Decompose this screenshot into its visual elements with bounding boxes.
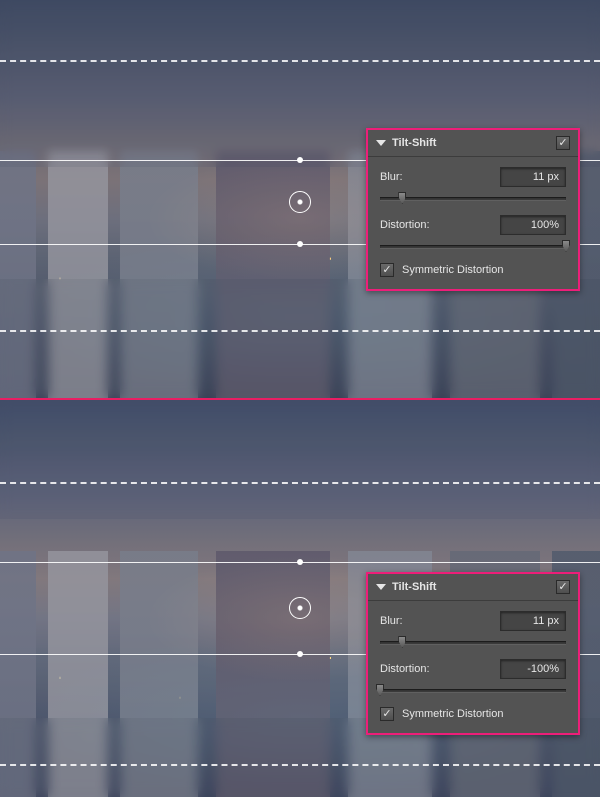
blur-input[interactable] <box>500 611 566 631</box>
symmetric-distortion-checkbox[interactable]: ✓ <box>380 263 394 277</box>
canvas-bottom[interactable]: Tilt-Shift ✓ Blur: Distortion: ✓ Sy <box>0 398 600 797</box>
blur-region-bottom <box>0 279 600 398</box>
slider-track <box>380 641 566 644</box>
slider-track <box>380 689 566 692</box>
symmetric-distortion-label: Symmetric Distortion <box>402 708 503 720</box>
panel-body: Blur: Distortion: ✓ Symmetric Distortion <box>368 601 578 733</box>
slider-thumb[interactable] <box>562 240 570 252</box>
slider-thumb[interactable] <box>398 636 406 648</box>
blur-slider[interactable] <box>380 191 566 205</box>
canvas-top[interactable]: Tilt-Shift ✓ Blur: Distortion: ✓ Sy <box>0 0 600 398</box>
tiltshift-pin-upper[interactable] <box>297 559 303 565</box>
tiltshift-blur-ring[interactable] <box>289 191 311 213</box>
tiltshift-feather-lower[interactable] <box>0 764 600 766</box>
distortion-slider[interactable] <box>380 683 566 697</box>
distortion-label: Distortion: <box>380 219 492 231</box>
blur-label: Blur: <box>380 171 492 183</box>
tiltshift-feather-upper[interactable] <box>0 60 600 62</box>
panel-enable-checkbox[interactable]: ✓ <box>556 580 570 594</box>
chevron-down-icon[interactable] <box>376 140 386 146</box>
slider-track <box>380 245 566 248</box>
blur-input[interactable] <box>500 167 566 187</box>
symmetric-distortion-checkbox[interactable]: ✓ <box>380 707 394 721</box>
blur-label: Blur: <box>380 615 492 627</box>
blur-slider[interactable] <box>380 635 566 649</box>
panel-enable-checkbox[interactable]: ✓ <box>556 136 570 150</box>
symmetric-distortion-label: Symmetric Distortion <box>402 264 503 276</box>
distortion-slider[interactable] <box>380 239 566 253</box>
tiltshift-feather-upper[interactable] <box>0 482 600 484</box>
slider-track <box>380 197 566 200</box>
tiltshift-panel: Tilt-Shift ✓ Blur: Distortion: ✓ Sy <box>366 572 580 735</box>
panel-header[interactable]: Tilt-Shift ✓ <box>368 130 578 157</box>
slider-thumb[interactable] <box>376 684 384 696</box>
distortion-label: Distortion: <box>380 663 492 675</box>
tiltshift-panel: Tilt-Shift ✓ Blur: Distortion: ✓ Sy <box>366 128 580 291</box>
tiltshift-pin-lower[interactable] <box>297 241 303 247</box>
distortion-input[interactable] <box>500 215 566 235</box>
slider-thumb[interactable] <box>398 192 406 204</box>
tiltshift-feather-lower[interactable] <box>0 330 600 332</box>
blur-region-top <box>0 400 600 519</box>
chevron-down-icon[interactable] <box>376 584 386 590</box>
tiltshift-pin-lower[interactable] <box>297 651 303 657</box>
tiltshift-blur-ring[interactable] <box>289 597 311 619</box>
panel-body: Blur: Distortion: ✓ Symmetric Distortion <box>368 157 578 289</box>
distortion-input[interactable] <box>500 659 566 679</box>
tiltshift-pin-upper[interactable] <box>297 157 303 163</box>
panel-header[interactable]: Tilt-Shift ✓ <box>368 574 578 601</box>
panel-title: Tilt-Shift <box>392 581 550 593</box>
panel-title: Tilt-Shift <box>392 137 550 149</box>
